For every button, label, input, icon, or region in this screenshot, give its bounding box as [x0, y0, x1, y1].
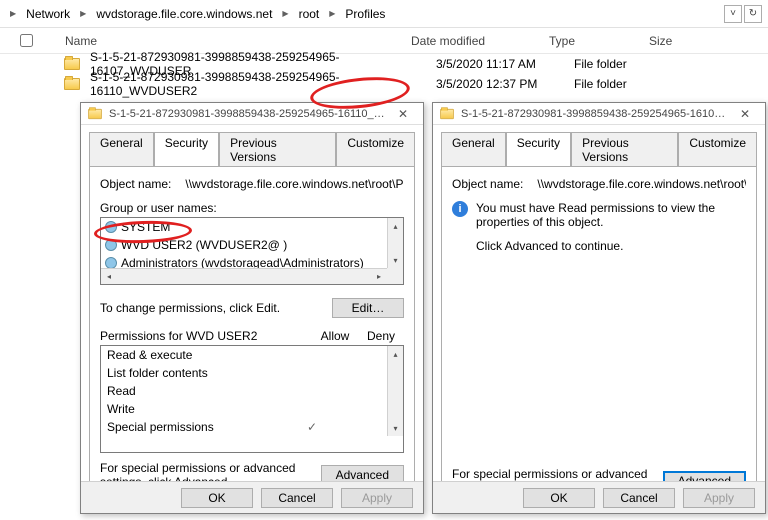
user-icon: [105, 257, 117, 268]
file-row[interactable]: S-1-5-21-872930981-3998859438-259254965-…: [64, 74, 768, 94]
group-users-listbox[interactable]: SYSTEM WVD USER2 (WVDUSER2@ ) Administra…: [100, 217, 404, 285]
folder-icon: [64, 58, 80, 70]
object-name-label: Object name:: [452, 177, 523, 191]
tab-panel-security: Object name: \\wvdstorage.file.core.wind…: [441, 166, 757, 506]
list-item-label: SYSTEM: [121, 220, 170, 234]
chevron-right-icon: ▶: [282, 9, 288, 18]
history-dropdown-icon[interactable]: ˅: [724, 5, 742, 23]
cancel-button[interactable]: Cancel: [603, 488, 675, 508]
user-icon: [105, 221, 117, 233]
tab-previous-versions[interactable]: Previous Versions: [571, 132, 678, 167]
tab-security[interactable]: Security: [506, 132, 571, 167]
select-all-checkbox[interactable]: [20, 34, 33, 47]
close-icon[interactable]: ✕: [731, 107, 759, 121]
permissions-listbox[interactable]: Read & execute List folder contents Read…: [100, 345, 404, 453]
deny-header: Deny: [358, 329, 404, 343]
tab-general[interactable]: General: [89, 132, 154, 167]
properties-dialog-user2: S-1-5-21-872930981-3998859438-259254965-…: [80, 102, 424, 514]
checkmark-icon: ✓: [289, 420, 335, 434]
perm-row[interactable]: Special permissions✓: [101, 418, 387, 436]
chevron-right-icon: ▶: [10, 9, 16, 18]
dialog-titlebar[interactable]: S-1-5-21-872930981-3998859438-259254965-…: [81, 103, 423, 125]
chevron-right-icon: ▶: [80, 9, 86, 18]
address-bar[interactable]: ▶ Network ▶ wvdstorage.file.core.windows…: [0, 0, 768, 28]
allow-header: Allow: [312, 329, 358, 343]
breadcrumb-seg[interactable]: Network: [22, 5, 74, 23]
file-list: S-1-5-21-872930981-3998859438-259254965-…: [0, 54, 768, 94]
file-name: S-1-5-21-872930981-3998859438-259254965-…: [86, 70, 432, 98]
user-icon: [105, 239, 117, 251]
ok-button[interactable]: OK: [181, 488, 253, 508]
breadcrumb-seg[interactable]: Profiles: [341, 5, 389, 23]
tab-security[interactable]: Security: [154, 132, 219, 167]
cancel-button[interactable]: Cancel: [261, 488, 333, 508]
file-date: 3/5/2020 12:37 PM: [432, 77, 570, 91]
ok-button[interactable]: OK: [523, 488, 595, 508]
edit-hint: To change permissions, click Edit.: [100, 301, 332, 315]
breadcrumb-seg[interactable]: wvdstorage.file.core.windows.net: [92, 5, 276, 23]
info-icon: i: [452, 201, 468, 217]
edit-button[interactable]: Edit…: [332, 298, 404, 318]
file-type: File folder: [570, 77, 670, 91]
dialog-button-bar: OK Cancel Apply: [81, 481, 423, 513]
info-message: You must have Read permissions to view t…: [476, 201, 746, 229]
file-type: File folder: [570, 57, 670, 71]
dialog-button-bar: OK Cancel Apply: [433, 481, 765, 513]
dialog-titlebar[interactable]: S-1-5-21-872930981-3998859438-259254965-…: [433, 103, 765, 125]
col-size[interactable]: Size: [645, 34, 705, 48]
info-message-2: Click Advanced to continue.: [476, 239, 746, 253]
tab-customize[interactable]: Customize: [336, 132, 415, 167]
folder-icon: [440, 108, 454, 118]
refresh-icon[interactable]: ↻: [744, 5, 762, 23]
tab-panel-security: Object name: \\wvdstorage.file.core.wind…: [89, 166, 415, 506]
vertical-scrollbar[interactable]: ▴▾: [387, 218, 403, 268]
apply-button[interactable]: Apply: [683, 488, 755, 508]
dialog-title: S-1-5-21-872930981-3998859438-259254965-…: [109, 108, 389, 120]
col-name[interactable]: Name: [61, 34, 407, 48]
chevron-right-icon: ▶: [329, 9, 335, 18]
object-name-label: Object name:: [100, 177, 171, 191]
tab-customize[interactable]: Customize: [678, 132, 757, 167]
folder-icon: [64, 78, 80, 90]
perm-row[interactable]: Read: [101, 382, 387, 400]
col-date[interactable]: Date modified: [407, 34, 545, 48]
list-item[interactable]: WVD USER2 (WVDUSER2@ ): [101, 236, 387, 254]
perm-row[interactable]: Read & execute: [101, 346, 387, 364]
apply-button[interactable]: Apply: [341, 488, 413, 508]
object-name-value: \\wvdstorage.file.core.windows.net\root\…: [185, 177, 404, 191]
list-item-label: WVD USER2 (WVDUSER2@ ): [121, 238, 287, 252]
tab-general[interactable]: General: [441, 132, 506, 167]
perm-row[interactable]: List folder contents: [101, 364, 387, 382]
list-item[interactable]: Administrators (wvdstoragead\Administrat…: [101, 254, 387, 268]
breadcrumb-seg[interactable]: root: [295, 5, 324, 23]
list-item[interactable]: SYSTEM: [101, 218, 387, 236]
properties-dialog-user1: S-1-5-21-872930981-3998859438-259254965-…: [432, 102, 766, 514]
tab-bar: General Security Previous Versions Custo…: [81, 125, 423, 166]
col-type[interactable]: Type: [545, 34, 645, 48]
perm-row[interactable]: Write: [101, 400, 387, 418]
folder-icon: [88, 108, 102, 118]
close-icon[interactable]: ✕: [389, 107, 417, 121]
list-item-label: Administrators (wvdstoragead\Administrat…: [121, 256, 364, 268]
object-name-value: \\wvdstorage.file.core.windows.net\root\…: [537, 177, 746, 191]
vertical-scrollbar[interactable]: ▴▾: [387, 346, 403, 436]
group-users-label: Group or user names:: [100, 201, 404, 215]
horizontal-scrollbar[interactable]: ◂▸: [101, 268, 387, 284]
tab-bar: General Security Previous Versions Custo…: [433, 125, 765, 166]
file-date: 3/5/2020 11:17 AM: [432, 57, 570, 71]
permissions-for-label: Permissions for WVD USER2: [100, 329, 312, 343]
dialog-title: S-1-5-21-872930981-3998859438-259254965-…: [461, 108, 731, 120]
tab-previous-versions[interactable]: Previous Versions: [219, 132, 336, 167]
